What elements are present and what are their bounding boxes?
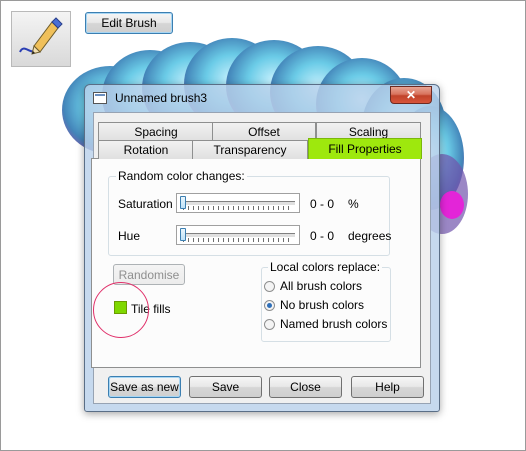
save-as-new-button[interactable]: Save as new (108, 376, 181, 398)
hue-value: 0 - 0 (310, 229, 335, 243)
highlight-circle (93, 282, 149, 338)
tab-fill-properties[interactable]: Fill Properties (308, 138, 422, 159)
radio-label: No brush colors (280, 298, 365, 312)
saturation-unit: % (348, 197, 359, 211)
random-color-group-label: Random color changes: (116, 169, 247, 183)
hue-label: Hue (118, 229, 141, 243)
saturation-value: 0 - 0 (310, 197, 335, 211)
tab-offset[interactable]: Offset (212, 122, 316, 141)
dialog-title: Unnamed brush3 (115, 91, 208, 105)
radio-named-brush-colors[interactable]: Named brush colors (264, 317, 387, 331)
saturation-slider[interactable] (176, 193, 300, 213)
radio-label: All brush colors (280, 279, 363, 293)
radio-button[interactable] (264, 280, 275, 292)
close-button[interactable]: Close (269, 376, 342, 398)
edit-brush-button[interactable]: Edit Brush (85, 12, 173, 34)
pen-drawing-icon[interactable] (11, 11, 71, 67)
hue-unit: degrees (348, 229, 392, 243)
saturation-slider-thumb[interactable] (180, 196, 186, 209)
close-window-button[interactable]: ✕ (390, 86, 432, 104)
local-colors-group-label: Local colors replace: (268, 260, 383, 274)
close-icon: ✕ (405, 88, 417, 102)
radio-label: Named brush colors (280, 317, 388, 331)
radio-button[interactable] (264, 318, 275, 330)
window-icon (93, 92, 107, 104)
tab-spacing[interactable]: Spacing (98, 122, 214, 141)
radio-button-selected[interactable] (264, 299, 275, 311)
saturation-label: Saturation (118, 197, 173, 211)
hue-slider[interactable] (176, 225, 300, 245)
help-button[interactable]: Help (351, 376, 424, 398)
radio-all-brush-colors[interactable]: All brush colors (264, 279, 362, 293)
hue-slider-thumb[interactable] (180, 228, 186, 241)
save-button[interactable]: Save (189, 376, 262, 398)
dialog-titlebar[interactable]: Unnamed brush3 ✕ (85, 85, 439, 111)
tab-transparency[interactable]: Transparency (192, 140, 308, 159)
tab-rotation[interactable]: Rotation (98, 140, 194, 159)
radio-no-brush-colors[interactable]: No brush colors (264, 298, 364, 312)
